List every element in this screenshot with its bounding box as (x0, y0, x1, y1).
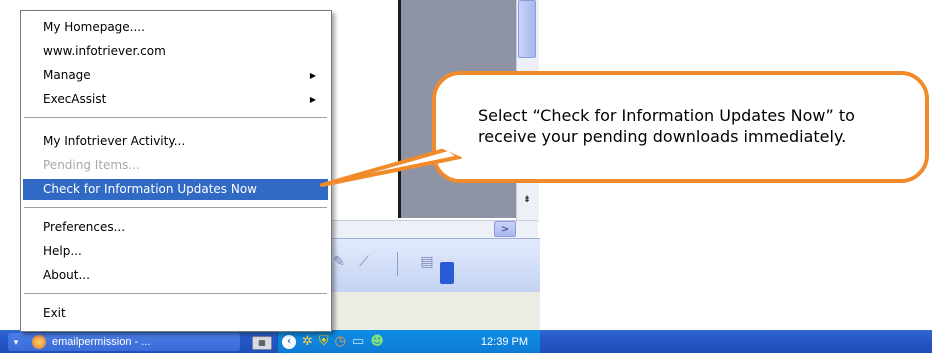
menu-separator (24, 207, 327, 209)
taskbar-clock[interactable]: 12:39 PM (481, 336, 528, 348)
menu-item-label: Pending Items... (43, 158, 140, 172)
menu-item-label: Preferences... (43, 220, 126, 234)
users-icon[interactable]: ☻ (370, 334, 384, 349)
scroll-down-double-arrow-icon[interactable]: ⇟ (518, 193, 536, 207)
menu-item-label: Check for Information Updates Now (43, 182, 257, 196)
menu-item-label: My Infotriever Activity... (43, 134, 186, 148)
toolbar-dropdown-button[interactable] (440, 262, 454, 284)
menu-item-preferences[interactable]: Preferences... (23, 217, 328, 238)
monitor-icon[interactable]: ▭ (352, 334, 364, 349)
menu-item-label: Manage (43, 68, 91, 82)
taskbar-button-emailpermission[interactable]: ▾ emailpermission - ... (8, 333, 240, 351)
callout-text: Select “Check for Information Updates No… (478, 106, 855, 146)
menu-separator (24, 293, 327, 295)
shield-icon[interactable]: ⛨ (319, 334, 329, 349)
dropdown-arrow-icon: ▾ (13, 337, 19, 347)
menu-item-pending-items: Pending Items... (23, 155, 328, 176)
keyboard-icon[interactable]: ▦ (252, 336, 272, 350)
menu-item-label: My Homepage.... (43, 20, 145, 34)
taskbar-button-label: emailpermission - ... (52, 336, 151, 348)
menu-separator (24, 117, 327, 119)
system-tray: ‹ ✲ ⛨ ◷ ▭ ☻ 12:39 PM (277, 330, 540, 353)
vertical-scroll-thumb[interactable] (518, 0, 536, 58)
background-toolbar: ✎ ⟋ ▤ (300, 238, 540, 293)
scroll-right-arrow-icon[interactable]: > (494, 221, 516, 237)
chevron-left-icon[interactable]: ‹ (282, 334, 296, 349)
background-status-area (300, 292, 540, 332)
callout-pointer (320, 147, 466, 187)
menu-item-manage[interactable]: Manage ▶ (23, 65, 328, 86)
menu-item-activity[interactable]: My Infotriever Activity... (23, 131, 328, 152)
menu-item-help[interactable]: Help... (23, 241, 328, 262)
clock-app-icon[interactable]: ◷ (335, 334, 346, 349)
menu-item-exit[interactable]: Exit (23, 303, 328, 324)
menu-item-check-for-updates[interactable]: Check for Information Updates Now (23, 179, 328, 200)
menu-item-label: www.infotriever.com (43, 44, 166, 58)
menu-item-label: Exit (43, 306, 66, 320)
submenu-arrow-icon: ▶ (309, 71, 316, 80)
menu-item-my-homepage[interactable]: My Homepage.... (23, 17, 328, 38)
menu-item-label: About... (43, 268, 90, 282)
menu-item-label: ExecAssist (43, 92, 107, 106)
menu-item-about[interactable]: About... (23, 265, 328, 286)
menu-item-website[interactable]: www.infotriever.com (23, 41, 328, 62)
toolbar-item-icon[interactable]: ▤ (418, 253, 436, 271)
network-icon[interactable]: ✲ (302, 334, 313, 349)
firefox-icon (32, 335, 46, 349)
toolbar-tool-icon[interactable]: ✎ (330, 253, 348, 271)
tray-context-menu: My Homepage.... www.infotriever.com Mana… (20, 10, 332, 332)
menu-item-label: Help... (43, 244, 82, 258)
menu-item-execassist[interactable]: ExecAssist ▶ (23, 89, 328, 110)
submenu-arrow-icon: ▶ (309, 95, 316, 104)
toolbar-pen-icon[interactable]: ⟋ (355, 253, 373, 271)
toolbar-separator (397, 252, 398, 276)
